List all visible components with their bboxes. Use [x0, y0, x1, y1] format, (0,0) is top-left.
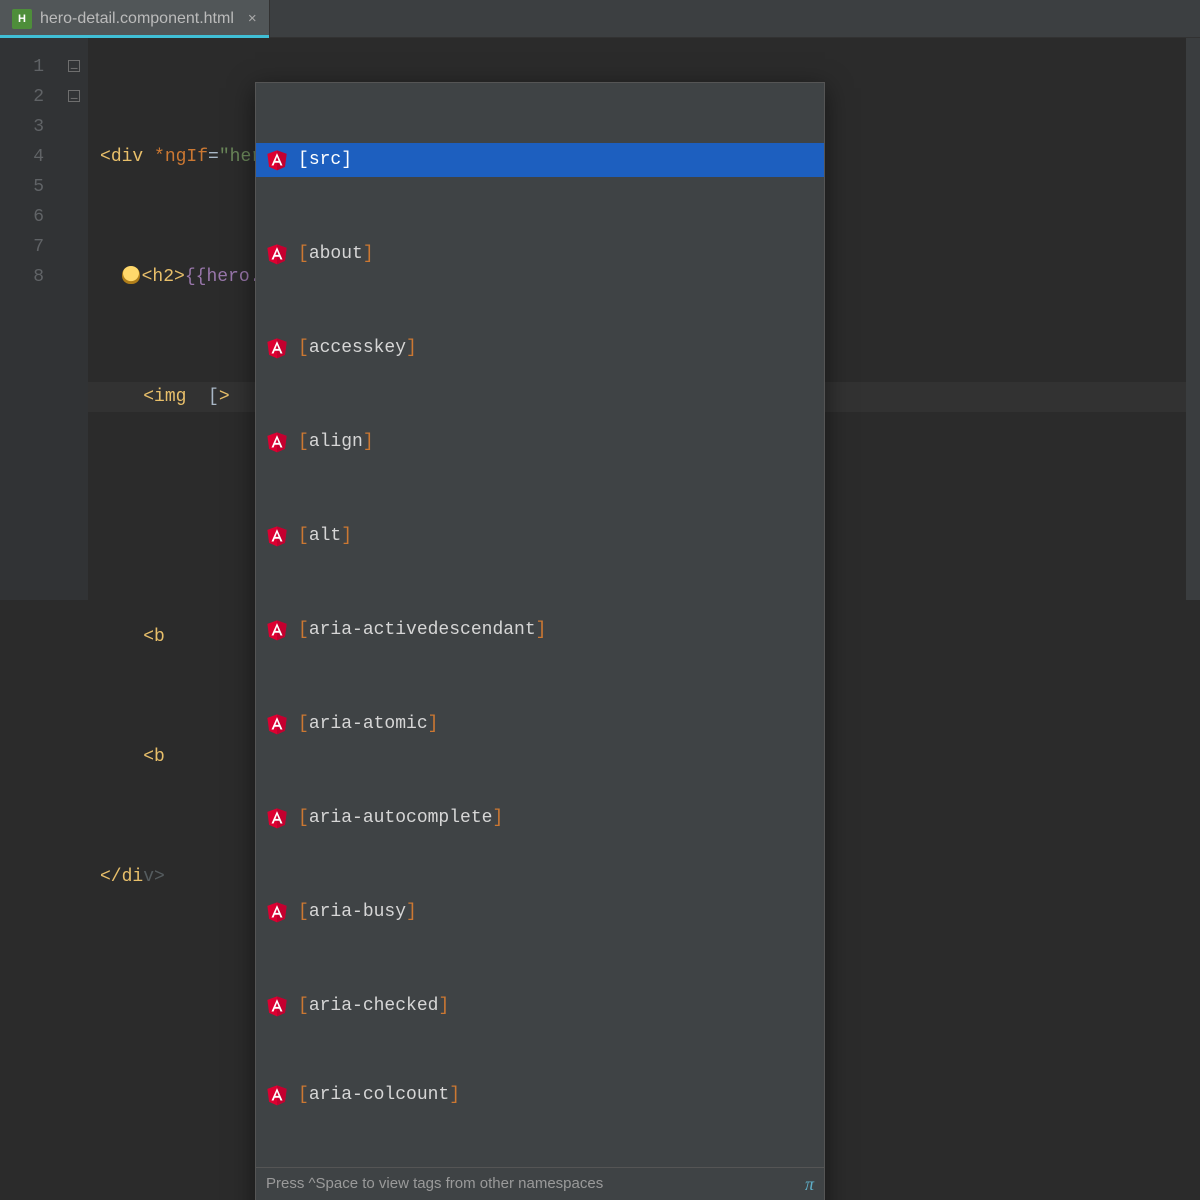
- completion-label: src: [309, 150, 341, 170]
- completion-label: accesskey: [309, 338, 406, 358]
- angular-icon: [266, 995, 288, 1017]
- completion-label: about: [309, 244, 363, 264]
- line-number: 8: [0, 262, 44, 292]
- tab-filename: hero-detail.component.html: [40, 10, 234, 28]
- intention-bulb-icon[interactable]: [122, 266, 140, 284]
- punct: <: [142, 267, 153, 287]
- completion-item[interactable]: [aria-colcount]: [256, 1083, 824, 1107]
- directive: *ngIf: [154, 147, 208, 167]
- completion-item[interactable]: [aria-busy]: [256, 895, 824, 929]
- tab-bar: H hero-detail.component.html ×: [0, 0, 1200, 38]
- tag-name: img: [154, 387, 197, 407]
- angular-icon: [266, 149, 288, 171]
- completion-item[interactable]: [about]: [256, 237, 824, 271]
- fold-icon[interactable]: [68, 90, 80, 102]
- angular-icon: [266, 807, 288, 829]
- tag-name: div: [111, 147, 154, 167]
- completion-label: alt: [309, 526, 341, 546]
- editor: 1 2 3 4 5 6 7 8 <div *ngIf="hero"> <h2>{…: [0, 38, 1200, 600]
- line-number: 5: [0, 172, 44, 202]
- angular-icon: [266, 713, 288, 735]
- completion-item[interactable]: [alt]: [256, 519, 824, 553]
- angular-icon: [266, 1084, 288, 1106]
- completion-item[interactable]: [align]: [256, 425, 824, 459]
- editor-tab[interactable]: H hero-detail.component.html ×: [0, 0, 270, 37]
- punct: >: [219, 387, 230, 407]
- fold-gutter: [60, 38, 88, 600]
- completion-hint: Press ^Space to view tags from other nam…: [256, 1167, 824, 1199]
- close-icon[interactable]: ×: [248, 10, 257, 27]
- completion-item[interactable]: [aria-activedescendant]: [256, 613, 824, 647]
- angular-icon: [266, 901, 288, 923]
- html-file-icon: H: [12, 9, 32, 29]
- completion-label: aria-checked: [309, 996, 439, 1016]
- hint-text: Press ^Space to view tags from other nam…: [266, 1169, 603, 1199]
- completion-label: aria-activedescendant: [309, 620, 536, 640]
- line-number: 3: [0, 112, 44, 142]
- pi-icon[interactable]: π: [805, 1169, 814, 1199]
- dimmed-text: v>: [143, 867, 165, 887]
- code-area[interactable]: <div *ngIf="hero"> <h2>{{hero.name}} det…: [88, 38, 1200, 600]
- completion-item[interactable]: [aria-autocomplete]: [256, 801, 824, 835]
- completion-item[interactable]: [accesskey]: [256, 331, 824, 365]
- punct: =: [208, 147, 219, 167]
- scrollbar[interactable]: [1186, 38, 1200, 600]
- angular-icon: [266, 619, 288, 641]
- angular-icon: [266, 337, 288, 359]
- punct: <: [100, 147, 111, 167]
- angular-icon: [266, 243, 288, 265]
- fold-icon[interactable]: [68, 60, 80, 72]
- completion-item[interactable]: [aria-checked]: [256, 989, 824, 1023]
- line-number: 4: [0, 142, 44, 172]
- completion-label: aria-atomic: [309, 714, 428, 734]
- punct: </: [100, 867, 122, 887]
- attr-start: [: [197, 387, 219, 407]
- completion-item[interactable]: [aria-atomic]: [256, 707, 824, 741]
- punct: <b: [143, 627, 165, 647]
- line-number-gutter: 1 2 3 4 5 6 7 8: [0, 38, 60, 600]
- completion-label: aria-autocomplete: [309, 808, 493, 828]
- line-number: 6: [0, 202, 44, 232]
- angular-icon: [266, 431, 288, 453]
- angular-icon: [266, 525, 288, 547]
- line-number: 7: [0, 232, 44, 262]
- completion-label: aria-busy: [309, 902, 406, 922]
- completion-item[interactable]: [src]: [256, 143, 824, 177]
- line-number: 1: [0, 52, 44, 82]
- tag-name: h2: [152, 267, 174, 287]
- punct: >: [174, 267, 185, 287]
- tag-name: di: [122, 867, 144, 887]
- punct: <: [143, 387, 154, 407]
- completion-label: aria-colcount: [309, 1085, 449, 1105]
- line-number: 2: [0, 82, 44, 112]
- punct: <b: [143, 747, 165, 767]
- completion-popup: [src] [about] [accesskey] [align] [alt] …: [255, 82, 825, 1200]
- completion-label: align: [309, 432, 363, 452]
